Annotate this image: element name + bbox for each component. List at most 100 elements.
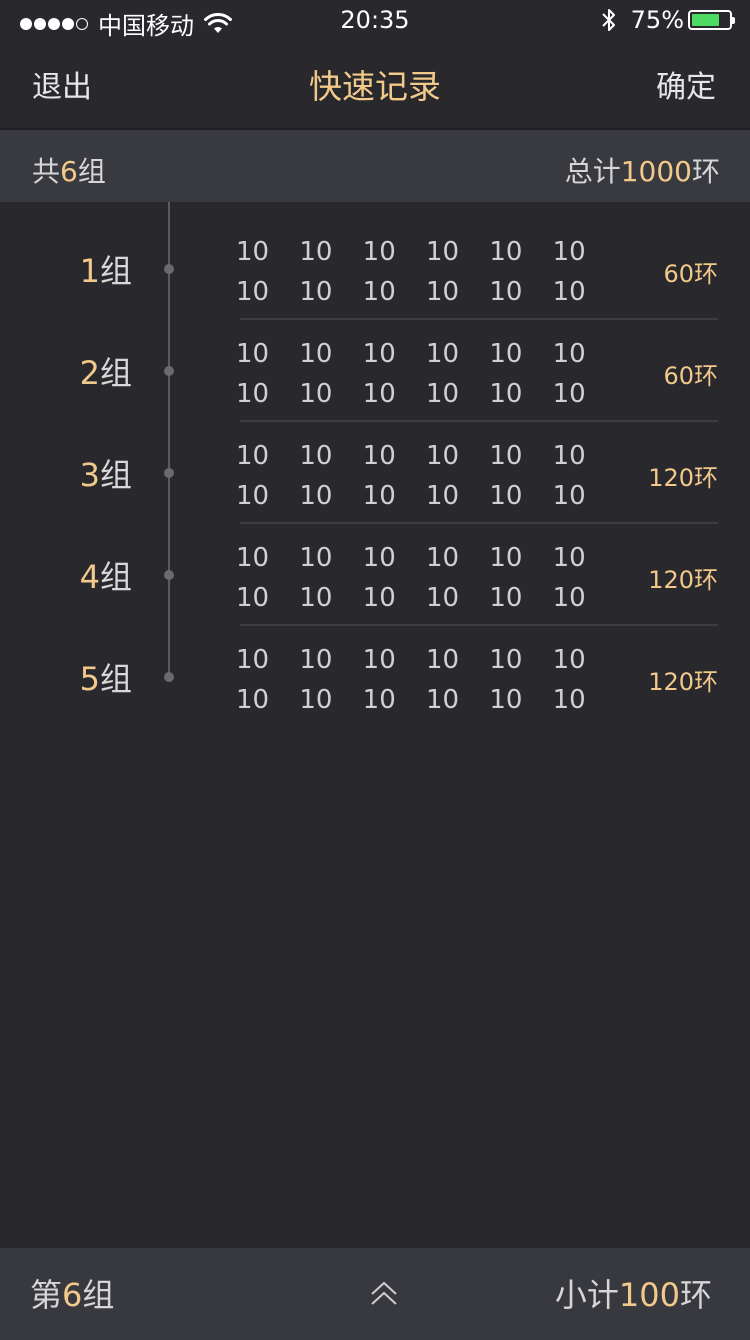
group-label: 4组	[79, 558, 132, 596]
score-cell[interactable]: 10	[426, 481, 489, 511]
score-cell[interactable]: 10	[553, 237, 616, 267]
group-count: 共6组	[32, 155, 106, 188]
score-cell[interactable]: 10	[299, 543, 362, 573]
group-total: 120环	[648, 464, 718, 492]
group-row[interactable]: 2组 10 10 10 10 10 10 10 10 10 10 10 10 60环	[0, 320, 750, 422]
score-cell[interactable]: 10	[363, 441, 426, 471]
score-cell[interactable]: 10	[489, 277, 552, 307]
score-cell[interactable]: 10	[489, 481, 552, 511]
score-cell[interactable]: 10	[236, 237, 299, 267]
score-row: 10 10 10 10 10 10	[236, 232, 616, 272]
score-cell[interactable]: 10	[363, 583, 426, 613]
score-cell[interactable]: 10	[363, 685, 426, 715]
score-cell[interactable]: 10	[489, 379, 552, 409]
score-cell[interactable]: 10	[363, 237, 426, 267]
score-row: 10 10 10 10 10 10	[236, 374, 616, 414]
score-grid: 10 10 10 10 10 10 10 10 10 10 10 10	[236, 436, 616, 516]
score-cell[interactable]: 10	[489, 583, 552, 613]
score-cell[interactable]: 10	[363, 379, 426, 409]
score-cell[interactable]: 10	[489, 441, 552, 471]
score-cell[interactable]: 10	[426, 685, 489, 715]
group-label: 1组	[79, 252, 132, 290]
group-total: 120环	[648, 668, 718, 696]
group-row[interactable]: 1组 10 10 10 10 10 10 10 10 10 10 10 10 60环	[0, 218, 750, 320]
score-row: 10 10 10 10 10 10	[236, 476, 616, 516]
score-cell[interactable]: 10	[553, 339, 616, 369]
score-cell[interactable]: 10	[299, 685, 362, 715]
score-cell[interactable]: 10	[363, 481, 426, 511]
score-row: 10 10 10 10 10 10	[236, 640, 616, 680]
quick-record-screen: 中国移动 20:35 75% 退出 快速记录 确定 共6组 总计1000环 1组…	[0, 0, 750, 1340]
score-cell[interactable]: 10	[299, 583, 362, 613]
status-right: 75%	[601, 6, 735, 34]
score-grid: 10 10 10 10 10 10 10 10 10 10 10 10	[236, 538, 616, 618]
score-cell[interactable]: 10	[299, 645, 362, 675]
score-cell[interactable]: 10	[489, 645, 552, 675]
score-cell[interactable]: 10	[553, 379, 616, 409]
group-total: 60环	[663, 260, 718, 288]
grand-total-value: 1000	[620, 155, 692, 188]
score-row: 10 10 10 10 10 10	[236, 680, 616, 720]
score-cell[interactable]: 10	[299, 237, 362, 267]
score-cell[interactable]: 10	[426, 441, 489, 471]
chevron-up-icon[interactable]	[368, 1278, 400, 1308]
score-cell[interactable]: 10	[553, 277, 616, 307]
score-cell[interactable]: 10	[236, 339, 299, 369]
score-cell[interactable]: 10	[299, 481, 362, 511]
subtotal: 小计100环	[554, 1276, 712, 1314]
score-cell[interactable]: 10	[363, 543, 426, 573]
score-cell[interactable]: 10	[426, 645, 489, 675]
score-cell[interactable]: 10	[489, 237, 552, 267]
score-cell[interactable]: 10	[426, 339, 489, 369]
score-cell[interactable]: 10	[299, 277, 362, 307]
score-cell[interactable]: 10	[299, 441, 362, 471]
score-cell[interactable]: 10	[426, 583, 489, 613]
group-row[interactable]: 5组 10 10 10 10 10 10 10 10 10 10 10 10 120环	[0, 626, 750, 728]
group-label: 3组	[79, 456, 132, 494]
score-cell[interactable]: 10	[426, 543, 489, 573]
score-cell[interactable]: 10	[236, 685, 299, 715]
score-cell[interactable]: 10	[489, 685, 552, 715]
score-cell[interactable]: 10	[236, 379, 299, 409]
confirm-button[interactable]: 确定	[656, 62, 716, 106]
grand-total: 总计1000环	[564, 155, 720, 188]
score-cell[interactable]: 10	[489, 339, 552, 369]
score-cell[interactable]: 10	[489, 543, 552, 573]
score-cell[interactable]: 10	[363, 645, 426, 675]
score-cell[interactable]: 10	[553, 583, 616, 613]
score-cell[interactable]: 10	[236, 645, 299, 675]
group-row[interactable]: 4组 10 10 10 10 10 10 10 10 10 10 10 10 120环	[0, 524, 750, 626]
score-cell[interactable]: 10	[553, 441, 616, 471]
timeline-dot	[164, 672, 174, 682]
subtotal-value: 100	[618, 1276, 680, 1314]
score-row: 10 10 10 10 10 10	[236, 334, 616, 374]
group-label: 5组	[79, 660, 132, 698]
group-count-value: 6	[60, 155, 78, 188]
timeline-dot	[164, 468, 174, 478]
timeline-dot	[164, 264, 174, 274]
summary-band: 共6组 总计1000环	[0, 128, 750, 202]
score-cell[interactable]: 10	[363, 339, 426, 369]
score-cell[interactable]: 10	[299, 339, 362, 369]
score-cell[interactable]: 10	[553, 481, 616, 511]
battery-percent: 75%	[630, 6, 684, 34]
group-row[interactable]: 3组 10 10 10 10 10 10 10 10 10 10 10 10 120环	[0, 422, 750, 524]
bottom-bar: 第6组 小计100环	[0, 1248, 750, 1340]
score-cell[interactable]: 10	[426, 379, 489, 409]
score-cell[interactable]: 10	[299, 379, 362, 409]
score-cell[interactable]: 10	[236, 481, 299, 511]
score-cell[interactable]: 10	[426, 237, 489, 267]
score-row: 10 10 10 10 10 10	[236, 436, 616, 476]
score-cell[interactable]: 10	[236, 583, 299, 613]
score-cell[interactable]: 10	[236, 441, 299, 471]
score-grid: 10 10 10 10 10 10 10 10 10 10 10 10	[236, 232, 616, 312]
score-cell[interactable]: 10	[363, 277, 426, 307]
score-cell[interactable]: 10	[236, 277, 299, 307]
score-cell[interactable]: 10	[553, 645, 616, 675]
score-cell[interactable]: 10	[553, 685, 616, 715]
score-cell[interactable]: 10	[553, 543, 616, 573]
score-cell[interactable]: 10	[236, 543, 299, 573]
score-cell[interactable]: 10	[426, 277, 489, 307]
battery-icon	[688, 10, 735, 30]
group-total: 120环	[648, 566, 718, 594]
